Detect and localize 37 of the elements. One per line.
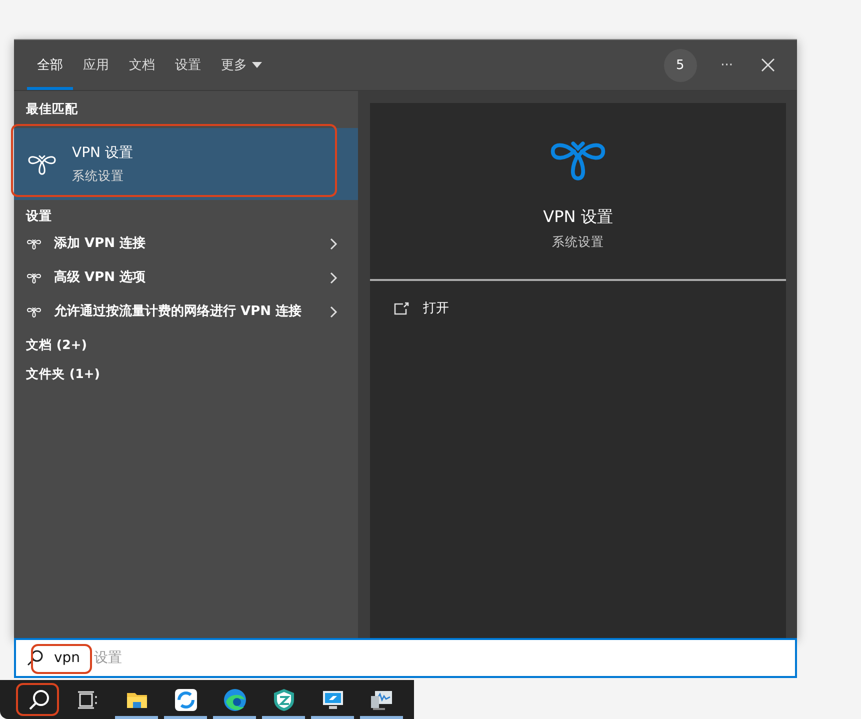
search-icon <box>26 649 44 667</box>
chevron-right-icon <box>330 306 338 318</box>
result-subtitle: 系统设置 <box>72 168 125 184</box>
result-group[interactable]: 文件夹 (1+) <box>14 358 358 387</box>
more-options-button[interactable]: ··· <box>714 56 739 74</box>
settings-result[interactable]: 高级 VPN 选项 <box>14 261 358 295</box>
vpn-icon <box>26 306 42 318</box>
search-tab[interactable]: 更多 <box>211 40 272 90</box>
search-text: vpn <box>54 650 80 666</box>
search-tab[interactable]: 全部 <box>27 40 73 90</box>
chevron-right-icon <box>330 272 338 284</box>
shield-icon <box>272 688 296 712</box>
vpn-icon <box>26 238 42 250</box>
best-match-item[interactable]: VPN 设置 系统设置 <box>14 128 358 200</box>
search-field[interactable]: vpn 设置 <box>14 638 797 678</box>
open-external-icon <box>394 302 409 314</box>
browser-icon <box>222 688 246 712</box>
search-tab[interactable]: 文档 <box>119 40 165 90</box>
result-title: VPN 设置 <box>72 144 133 162</box>
chevron-right-icon <box>330 238 338 250</box>
section-heading: 最佳匹配 <box>25 100 79 118</box>
search-icon <box>26 688 50 712</box>
points-badge[interactable]: 5 <box>664 48 697 82</box>
preview-title: VPN 设置 <box>543 207 613 228</box>
search-tab[interactable]: 设置 <box>165 40 211 90</box>
sync-app-icon <box>174 688 198 712</box>
search-tab[interactable]: 应用 <box>73 40 119 90</box>
caret-icon <box>252 62 262 68</box>
section-heading: 设置 <box>24 207 53 225</box>
preview-subtitle: 系统设置 <box>552 234 604 251</box>
settings-result[interactable]: 添加 VPN 连接 <box>14 227 358 261</box>
open-action[interactable]: 打开 <box>370 281 786 335</box>
result-group[interactable]: 文档 (2+) <box>14 329 358 358</box>
search-completion: 设置 <box>94 649 122 667</box>
vpn-icon <box>26 272 42 284</box>
close-icon[interactable] <box>761 58 775 72</box>
settings-result[interactable]: 允许通过按流量计费的网络进行 VPN 连接 <box>14 295 358 329</box>
